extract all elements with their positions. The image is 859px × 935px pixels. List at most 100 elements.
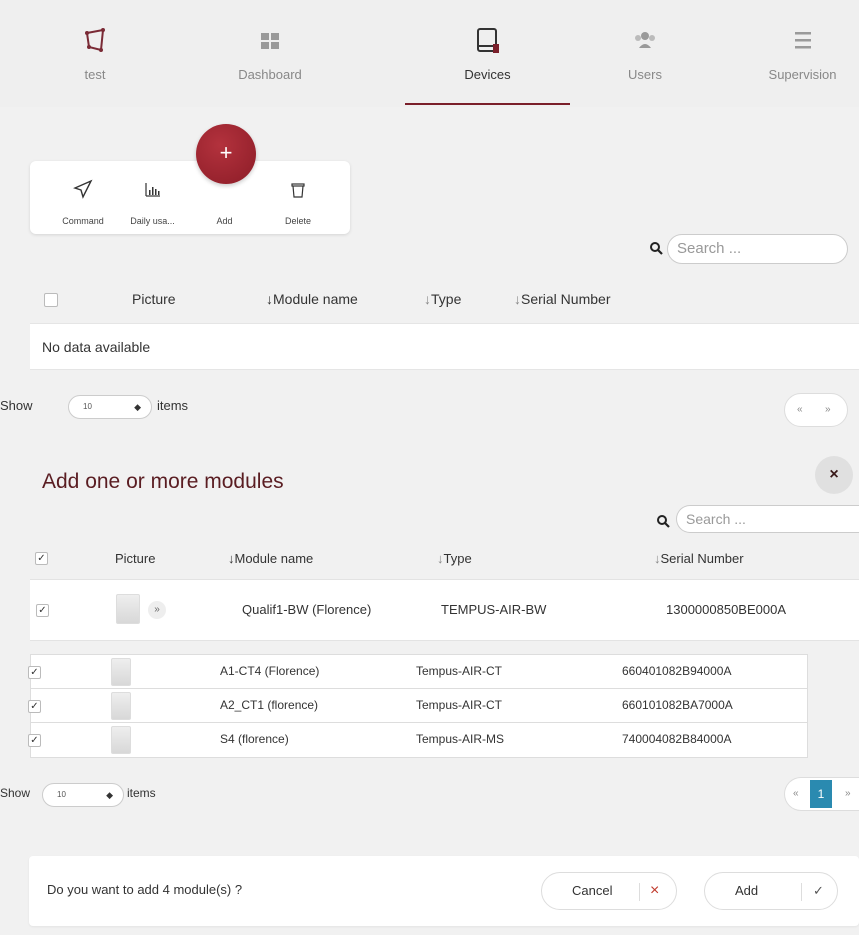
dialog-show-label: Show [0, 786, 31, 800]
device-picture [116, 594, 140, 624]
sort-arrow: ↓ [266, 291, 273, 307]
row-checkbox[interactable]: ✓ [28, 700, 41, 713]
nav-label-dashboard: Dashboard [238, 67, 302, 82]
add-button[interactable]: Add ✓ [704, 872, 838, 910]
dialog-header-module-name-label: Module name [234, 551, 314, 566]
dialog-header-picture: Picture [115, 551, 156, 566]
nav-label-test: test [84, 67, 106, 82]
daily-usage-label: Daily usa... [130, 216, 175, 226]
serial-cell: 660401082B94000A [622, 664, 732, 678]
table-row[interactable]: ✓ A1-CT4 (Florence) Tempus-AIR-CT 660401… [28, 655, 807, 689]
users-icon [635, 32, 655, 48]
empty-table-message: No data available [30, 323, 859, 370]
dialog-select-all-checkbox[interactable]: ✓ [35, 552, 48, 565]
add-separator [801, 883, 802, 901]
dashboard-grid-icon [261, 33, 279, 49]
add-label: Add [216, 216, 233, 226]
select-arrows-icon: ◆ [106, 790, 113, 800]
nav-item-devices[interactable]: Devices [405, 0, 570, 107]
polygon-icon [85, 28, 105, 52]
add-fab-button[interactable]: + [196, 124, 256, 184]
check-icon: ✓ [813, 883, 824, 898]
daily-usage-button[interactable]: Daily usa... [120, 161, 185, 234]
serial-cell: 660101082BA7000A [622, 698, 733, 712]
device-book-icon [476, 28, 499, 53]
send-icon [73, 179, 93, 199]
command-button[interactable]: Command [48, 161, 118, 234]
device-picture [111, 658, 131, 686]
header-module-name[interactable]: ↓Module name [266, 291, 358, 307]
dialog-header-type[interactable]: ↓Type [437, 551, 472, 566]
table-row[interactable]: ✓ » Qualif1-BW (Florence) TEMPUS-AIR-BW … [30, 579, 859, 641]
type-cell: Tempus-AIR-CT [416, 698, 503, 712]
header-type-label: Type [431, 291, 462, 307]
header-picture: Picture [132, 291, 176, 307]
header-serial-label: Serial Number [521, 291, 611, 307]
cancel-separator [639, 883, 640, 901]
dialog-page-size-select[interactable]: 10 ◆ [42, 783, 124, 807]
trash-icon [291, 183, 305, 198]
cancel-label: Cancel [572, 883, 613, 898]
row-checkbox[interactable]: ✓ [28, 666, 41, 679]
nav-item-test[interactable]: test [30, 0, 160, 107]
items-label: items [157, 398, 189, 413]
table-row[interactable]: ✓ A2_CT1 (florence) Tempus-AIR-CT 660101… [28, 689, 807, 723]
module-name-cell: S4 (florence) [220, 732, 289, 746]
sub-module-table: ✓ A1-CT4 (Florence) Tempus-AIR-CT 660401… [28, 654, 808, 758]
page-size-select[interactable]: 10 ◆ [68, 395, 152, 419]
dialog-header-type-label: Type [443, 551, 472, 566]
close-dialog-button[interactable]: × [815, 456, 853, 494]
header-type[interactable]: ↓Type [424, 291, 461, 307]
pagination: « » [784, 393, 848, 427]
confirm-bar: Do you want to add 4 module(s) ? Cancel … [29, 856, 859, 926]
close-icon: × [650, 882, 660, 899]
type-cell: TEMPUS-AIR-BW [441, 602, 547, 617]
show-label: Show [0, 398, 33, 413]
nav-label-devices: Devices [464, 67, 511, 82]
device-picture [111, 692, 131, 720]
action-toolbar: Command Daily usa... Add Delete [30, 161, 350, 234]
menu-lines-icon [794, 32, 811, 49]
select-all-checkbox[interactable] [44, 293, 58, 307]
nav-item-dashboard[interactable]: Dashboard [205, 0, 335, 107]
nav-label-supervision: Supervision [768, 67, 837, 82]
nav-item-supervision[interactable]: Supervision [740, 0, 859, 107]
dialog-pager-next[interactable]: » [845, 778, 851, 810]
serial-cell: 1300000850BE000A [666, 602, 787, 617]
pager-next[interactable]: » [825, 394, 831, 426]
type-cell: Tempus-AIR-MS [416, 732, 505, 746]
dialog-header-serial[interactable]: ↓Serial Number [654, 551, 744, 566]
type-cell: Tempus-AIR-CT [416, 664, 503, 678]
cancel-button[interactable]: Cancel × [541, 872, 677, 910]
active-tab-indicator [405, 103, 570, 105]
row-checkbox[interactable]: ✓ [36, 604, 49, 617]
device-picture [111, 726, 131, 754]
expand-row-button[interactable]: » [148, 601, 166, 619]
pager-prev[interactable]: « [797, 394, 803, 426]
serial-cell: 740004082B84000A [622, 732, 732, 746]
module-name-cell: Qualif1-BW (Florence) [242, 602, 372, 617]
dialog-search-input[interactable]: Search ... [676, 505, 859, 533]
dialog-pager-prev[interactable]: « [793, 778, 799, 810]
table-row[interactable]: ✓ S4 (florence) Tempus-AIR-MS 740004082B… [28, 723, 807, 757]
dialog-header-serial-label: Serial Number [660, 551, 744, 566]
top-navigation: test Dashboard Devices Users Supervision [0, 0, 859, 107]
dialog-pager-page-1[interactable]: 1 [810, 780, 832, 808]
header-serial-number[interactable]: ↓Serial Number [514, 291, 610, 307]
dialog-pagination: « 1 » [784, 777, 859, 811]
page-size-value: 10 [83, 402, 92, 411]
row-checkbox[interactable]: ✓ [28, 734, 41, 747]
bar-chart-icon [144, 183, 160, 197]
dialog-title: Add one or more modules [42, 470, 284, 493]
module-name-cell: A1-CT4 (Florence) [220, 664, 320, 678]
search-input[interactable]: Search ... [667, 234, 848, 264]
dialog-page-size-value: 10 [57, 790, 66, 799]
dialog-items-label: items [127, 786, 156, 800]
select-arrows-icon: ◆ [134, 402, 141, 412]
module-name-cell: A2_CT1 (florence) [220, 698, 319, 712]
command-label: Command [62, 216, 104, 226]
nav-label-users: Users [628, 67, 662, 82]
dialog-header-module-name[interactable]: ↓Module name [228, 551, 313, 566]
nav-item-users[interactable]: Users [580, 0, 710, 107]
delete-button[interactable]: Delete [263, 161, 333, 234]
